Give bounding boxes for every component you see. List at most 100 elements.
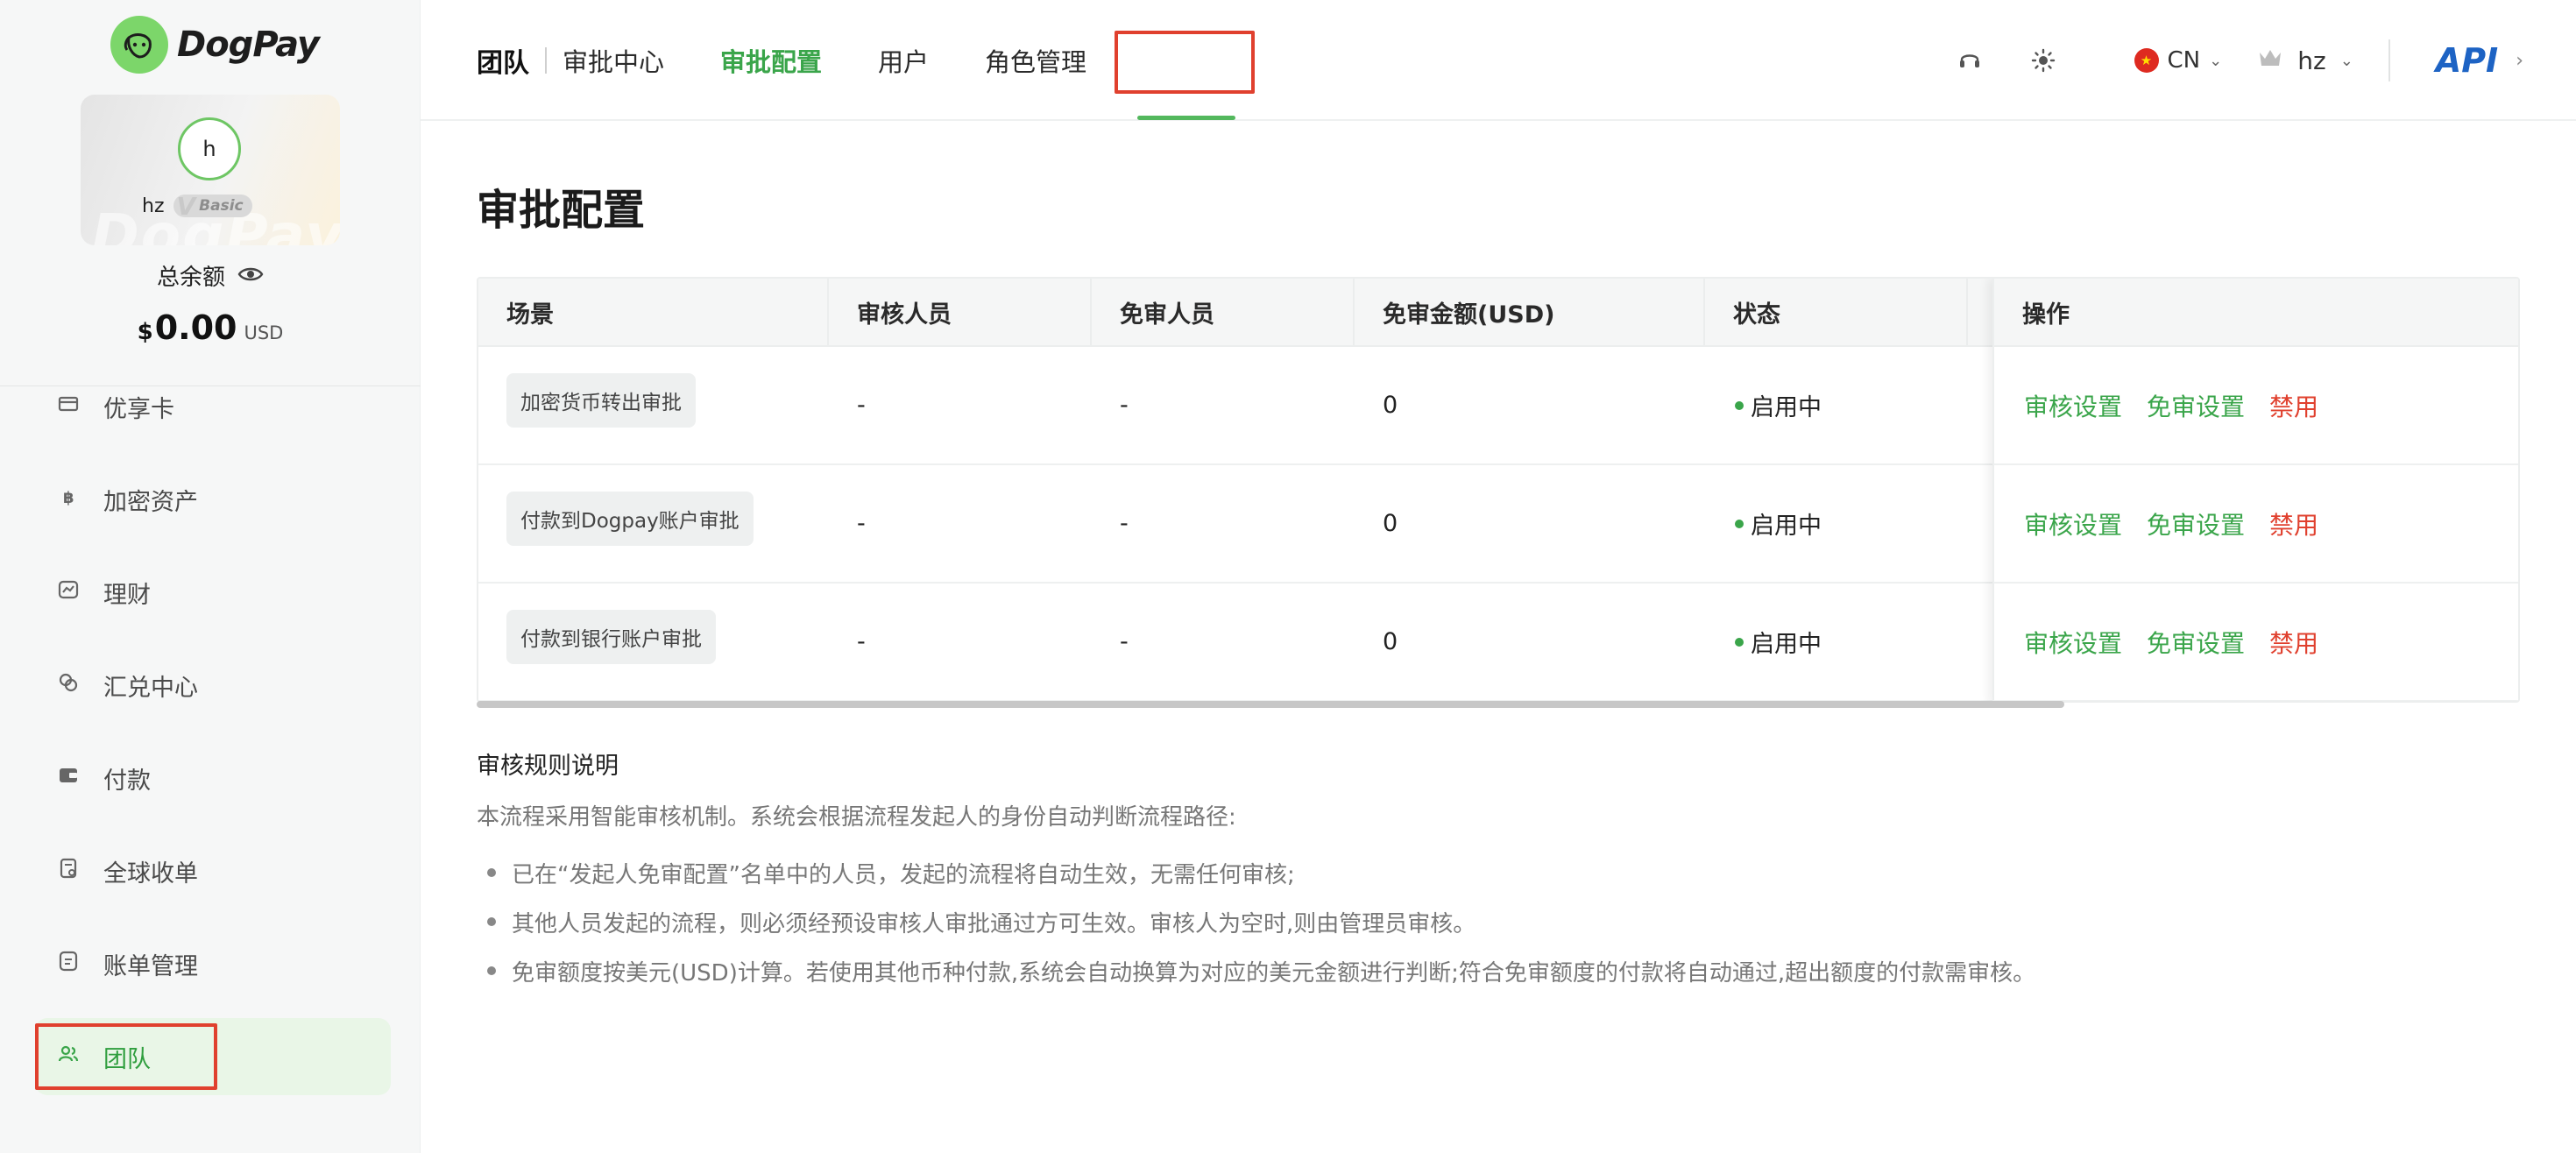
disable-link[interactable]: 禁用	[2269, 625, 2318, 660]
col-scene: 场景	[478, 279, 829, 345]
tab-approval-center[interactable]: 审批中心	[563, 42, 664, 79]
user-menu[interactable]: hz ⌄	[2257, 46, 2353, 76]
row-actions: 审核设置 免审设置 禁用	[1994, 347, 2518, 465]
vip-level: Basic	[199, 197, 244, 215]
sun-icon[interactable]	[2026, 43, 2061, 78]
col-status: 状态	[1705, 279, 1968, 345]
balance-value: $0.00 USD	[0, 308, 421, 347]
bullet-icon	[487, 917, 496, 926]
exchange-icon	[56, 670, 81, 701]
sidebar-item-team[interactable]: 团队	[35, 1018, 391, 1095]
balance-amount: $0.00	[138, 308, 237, 347]
balance-label: 总余额	[156, 265, 225, 291]
header-divider	[2388, 39, 2390, 81]
col-exempt-amount: 免审金额(USD)	[1355, 279, 1705, 345]
tab-role-management[interactable]: 角色管理	[985, 42, 1086, 79]
sidebar-item-label: 团队	[103, 1045, 151, 1073]
cell-exempt-members: -	[1120, 392, 1129, 419]
cell-exempt-members: -	[1120, 628, 1129, 655]
tab-bar: 团队 审批中心 审批配置 用户 角色管理	[477, 0, 1143, 121]
sidebar-item-crypto[interactable]: ฿ 加密资产	[35, 461, 391, 538]
cell-exempt-amount: 0	[1383, 510, 1398, 537]
col-reviewers: 审核人员	[829, 279, 1092, 345]
card-icon	[56, 392, 81, 422]
logo[interactable]: DogPay	[110, 16, 320, 74]
bitcoin-icon: ฿	[56, 485, 81, 515]
vip-badge: V Basic	[173, 192, 252, 221]
sidebar-item-bills[interactable]: 账单管理	[35, 925, 391, 1002]
sidebar-item-label: 全球收单	[103, 859, 198, 888]
logo-text: DogPay	[177, 25, 320, 65]
sidebar-item-finance[interactable]: 理财	[35, 554, 391, 631]
sidebar-item-exchange[interactable]: 汇兑中心	[35, 647, 391, 724]
dog-logo-icon	[110, 16, 168, 74]
sidebar-item-card[interactable]: 优享卡	[35, 368, 391, 445]
list-item: 其他人员发起的流程，则必须经预设审核人审批通过方可生效。审核人为空时,则由管理员…	[487, 897, 2035, 946]
eye-icon[interactable]	[237, 263, 264, 289]
scene-tag: 付款到Dogpay账户审批	[506, 491, 754, 546]
balance-label-row: 总余额	[0, 259, 421, 292]
bill-icon	[56, 949, 81, 980]
headset-icon[interactable]	[1952, 43, 1987, 78]
sidebar-item-payment[interactable]: 付款	[35, 739, 391, 817]
cell-scene: 加密货币转出审批	[478, 347, 696, 463]
col-exempt-members: 免审人员	[1092, 279, 1355, 345]
profile-card[interactable]: DogPay h hz V Basic	[81, 95, 340, 245]
card-user: hz V Basic	[142, 192, 252, 221]
sidebar-item-label: 理财	[103, 581, 151, 609]
balance-number: 0.00	[154, 308, 237, 347]
avatar[interactable]: h	[178, 117, 241, 180]
api-link[interactable]: API ›	[2436, 41, 2523, 80]
row-actions: 审核设置 免审设置 禁用	[1994, 465, 2518, 584]
receipt-icon	[56, 856, 81, 887]
disable-link[interactable]: 禁用	[2269, 506, 2318, 541]
header-tools: ★ CN ⌄ hz ⌄ API ›	[1952, 0, 2523, 121]
api-label: API	[2435, 41, 2499, 80]
status-text: 启用中	[1751, 394, 1822, 421]
china-flag-icon: ★	[2134, 48, 2159, 73]
exempt-settings-link[interactable]: 免审设置	[2147, 625, 2245, 660]
review-settings-link[interactable]: 审核设置	[2024, 388, 2122, 423]
vip-v-icon: V	[176, 191, 196, 221]
review-settings-link[interactable]: 审核设置	[2024, 506, 2122, 541]
table-horizontal-scrollbar[interactable]	[477, 701, 2064, 708]
sidebar-item-acquiring[interactable]: 全球收单	[35, 832, 391, 909]
cell-exempt-members: -	[1120, 510, 1129, 537]
tab-users[interactable]: 用户	[878, 42, 929, 79]
cell-exempt-amount: 0	[1383, 392, 1398, 419]
sidebar-item-label: 加密资产	[103, 488, 198, 516]
chevron-right-icon: ›	[2516, 49, 2523, 72]
language-selector[interactable]: ★ CN ⌄	[2134, 47, 2222, 74]
rule-text: 免审额度按美元(USD)计算。若使用其他币种付款,系统会自动换算为对应的美元金额…	[512, 959, 2036, 987]
sidebar-item-label: 优享卡	[103, 395, 174, 423]
wallet-icon	[56, 763, 81, 794]
col-operations: 操作	[1994, 279, 2518, 347]
status-text: 启用中	[1751, 513, 1822, 540]
status-text: 启用中	[1751, 631, 1822, 658]
highlight-box-tab	[1115, 31, 1255, 94]
cell-reviewers: -	[857, 392, 866, 419]
disable-link[interactable]: 禁用	[2269, 388, 2318, 423]
rule-text: 已在“发起人免审配置”名单中的人员，发起的流程将自动生效，无需任何审核;	[512, 861, 1295, 888]
sidebar-item-label: 账单管理	[103, 952, 198, 980]
section-title: 团队	[477, 48, 529, 79]
cell-scene: 付款到Dogpay账户审批	[478, 465, 754, 582]
svg-text:฿: ฿	[63, 489, 74, 507]
approval-config-table: 场景 审核人员 免审人员 免审金额(USD) 状态 加密货币转出审批 - - 0…	[477, 277, 2520, 703]
row-actions: 审核设置 免审设置 禁用	[1994, 584, 2518, 701]
card-username: hz	[142, 195, 165, 217]
operations-column: 操作 审核设置 免审设置 禁用 审核设置 免审设置 禁用 审核设置 免审设置 禁…	[1992, 279, 2518, 701]
exempt-settings-link[interactable]: 免审设置	[2147, 388, 2245, 423]
status-dot	[1735, 519, 1744, 528]
tab-approval-config[interactable]: 审批配置	[720, 42, 822, 79]
review-settings-link[interactable]: 审核设置	[2024, 625, 2122, 660]
team-icon	[56, 1042, 81, 1072]
status-dot	[1735, 637, 1744, 647]
bullet-icon	[487, 966, 496, 975]
language-label: CN	[2167, 47, 2201, 74]
rules-intro: 本流程采用智能审核机制。系统会根据流程发起人的身份自动判断流程路径:	[477, 804, 1236, 831]
sidebar-item-label: 汇兑中心	[103, 674, 198, 702]
user-name: hz	[2297, 46, 2326, 75]
active-tab-underline	[1137, 116, 1235, 120]
exempt-settings-link[interactable]: 免审设置	[2147, 506, 2245, 541]
